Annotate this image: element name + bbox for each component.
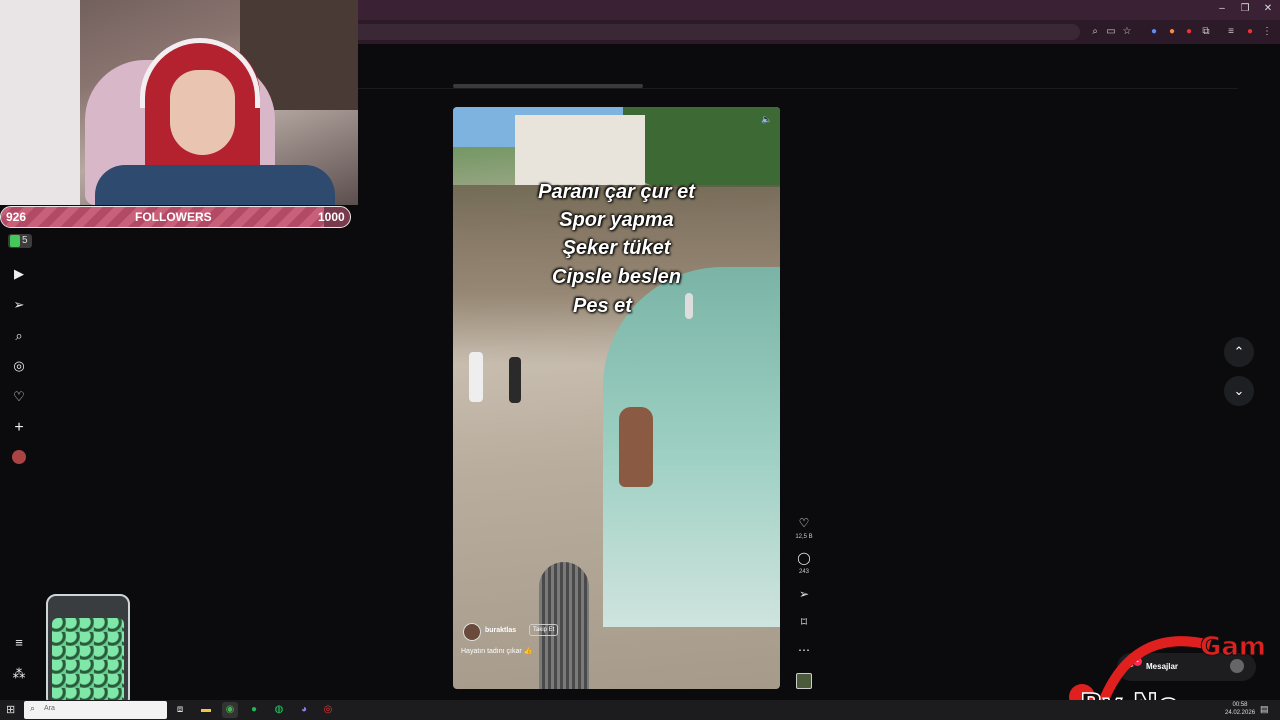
- taskbar-search-icon: ⌕: [30, 703, 36, 713]
- zoom-icon[interactable]: ⌕: [1088, 26, 1102, 37]
- puzzle-icon[interactable]: ⧉: [1199, 26, 1213, 37]
- apps-icon[interactable]: ⁂: [10, 665, 28, 683]
- obs-icon[interactable]: ◎: [320, 702, 336, 718]
- windows-taskbar: [0, 700, 1280, 720]
- video-caption-line: Paranı çar çur et: [538, 181, 695, 203]
- video-description: Hayatın tadını çıkar 👍: [461, 648, 533, 655]
- content-divider: [358, 88, 1238, 89]
- followers-goal-bar: 926 FOLLOWERS 1000: [0, 206, 351, 228]
- followers-current: 926: [6, 210, 27, 224]
- cast-icon[interactable]: ▭: [1104, 26, 1118, 37]
- close-icon[interactable]: ✕: [1258, 3, 1278, 14]
- video-person: [469, 352, 483, 402]
- more-options-icon[interactable]: ⋯: [795, 643, 813, 657]
- bookmark-star-icon[interactable]: ☆: [1120, 26, 1134, 37]
- extension-icon[interactable]: ●: [1165, 26, 1179, 37]
- video-caption-line: Şeker tüket: [562, 237, 671, 259]
- spotify-icon[interactable]: ●: [246, 702, 262, 718]
- heart-icon[interactable]: ♡: [10, 388, 28, 406]
- followers-label: FOLLOWERS: [135, 210, 212, 224]
- next-reel-button[interactable]: ⌄: [1224, 376, 1254, 406]
- jar-contents: [52, 618, 124, 706]
- follower-jar-overlay: [46, 594, 130, 712]
- followers-goal: 1000: [318, 210, 345, 224]
- reel-video[interactable]: Paranı çar çur et Spor yapma Şeker tüket…: [453, 107, 780, 689]
- taskbar-search-placeholder: Ara: [44, 705, 55, 712]
- audio-thumbnail[interactable]: [796, 673, 812, 689]
- compass-icon[interactable]: ◎: [10, 357, 28, 375]
- logo-text-gam: Gam: [1200, 632, 1265, 662]
- media-icon[interactable]: ≡: [1224, 26, 1238, 37]
- overlay-badge: 5: [8, 234, 32, 248]
- restore-icon[interactable]: ❐: [1235, 3, 1255, 14]
- extension-icon[interactable]: ●: [1147, 26, 1161, 37]
- more-menu-icon[interactable]: ⋮: [1260, 26, 1274, 37]
- video-caption-line: Cipsle beslen: [552, 266, 681, 288]
- send-icon[interactable]: ➢: [10, 296, 28, 314]
- save-bookmark-icon[interactable]: ⌑: [795, 615, 813, 629]
- start-menu-icon[interactable]: ⊞: [6, 703, 15, 716]
- like-count: 12,5 B: [795, 534, 813, 540]
- task-view-icon[interactable]: ⧈: [172, 702, 188, 718]
- notification-icon[interactable]: ▤: [1260, 704, 1269, 715]
- profile-icon[interactable]: ●: [1243, 26, 1257, 37]
- webcam-background-wall: [0, 0, 80, 205]
- file-explorer-icon[interactable]: ▬: [198, 702, 214, 718]
- mute-icon[interactable]: 🔈: [761, 114, 772, 125]
- follow-button[interactable]: Takip Et: [529, 624, 559, 636]
- clock-date: 24.02.2026: [1225, 710, 1256, 716]
- search-icon[interactable]: ⌕: [10, 327, 28, 345]
- webcam-feed: [0, 0, 358, 205]
- clock-time: 00:58: [1232, 702, 1248, 708]
- whatsapp-icon[interactable]: ◍: [271, 702, 287, 718]
- chrome-icon[interactable]: ◉: [222, 702, 238, 718]
- video-person: [509, 357, 521, 403]
- play-box-icon[interactable]: ▶: [10, 265, 28, 283]
- plus-icon[interactable]: +: [10, 419, 28, 437]
- share-send-icon[interactable]: ➢: [795, 587, 813, 601]
- minimize-icon[interactable]: –: [1212, 3, 1232, 14]
- comment-count: 243: [798, 569, 809, 575]
- video-caption-line: Spor yapma: [559, 209, 674, 231]
- video-building: [515, 115, 645, 185]
- comment-icon[interactable]: ◯: [795, 551, 813, 565]
- overlay-badge-icon: [10, 235, 20, 247]
- discord-icon[interactable]: ◕: [296, 702, 312, 718]
- author-avatar[interactable]: [463, 623, 481, 641]
- video-trees: [623, 107, 780, 187]
- author-name[interactable]: buraktlas: [485, 627, 516, 634]
- address-bar[interactable]: [358, 24, 1080, 40]
- previous-reel-button[interactable]: ⌃: [1224, 337, 1254, 367]
- video-caption-line: Pes et: [573, 295, 632, 317]
- profile-avatar-icon[interactable]: [12, 450, 26, 464]
- extension-icon[interactable]: ●: [1182, 26, 1196, 37]
- hamburger-icon[interactable]: ≡: [10, 634, 28, 652]
- webcam-hoodie: [95, 165, 335, 205]
- like-heart-icon[interactable]: ♡: [795, 516, 813, 530]
- taskbar-clock[interactable]: 00:58 24.02.2026: [1225, 701, 1255, 717]
- overlay-badge-count: 5: [22, 235, 28, 246]
- video-person: [619, 407, 653, 487]
